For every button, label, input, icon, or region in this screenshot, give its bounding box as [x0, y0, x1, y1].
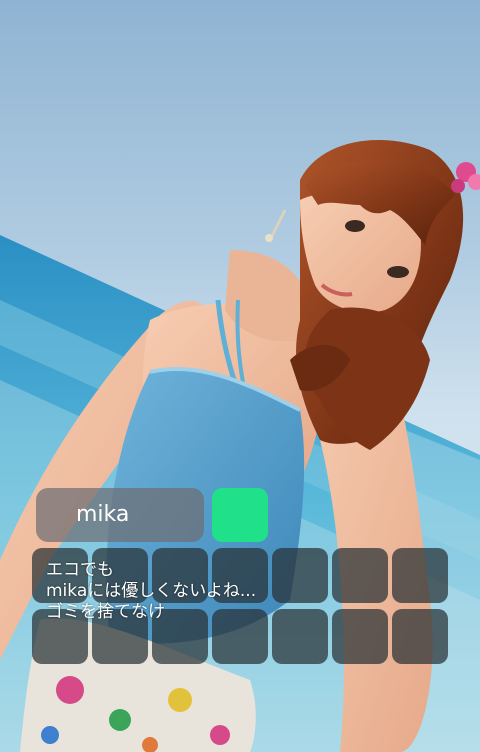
dialogue-text: エコでも mikaには優しくないよね... ゴミを捨てなけ — [46, 560, 446, 623]
speaker-name: mika — [76, 502, 130, 527]
speaker-name-box: mika — [36, 488, 204, 542]
status-indicator[interactable] — [212, 488, 268, 542]
dialogue-line: ゴミを捨てなけ — [46, 602, 165, 622]
dialogue-line: mikaには優しくないよね... — [46, 581, 257, 601]
dialogue-line: エコでも — [46, 560, 114, 580]
